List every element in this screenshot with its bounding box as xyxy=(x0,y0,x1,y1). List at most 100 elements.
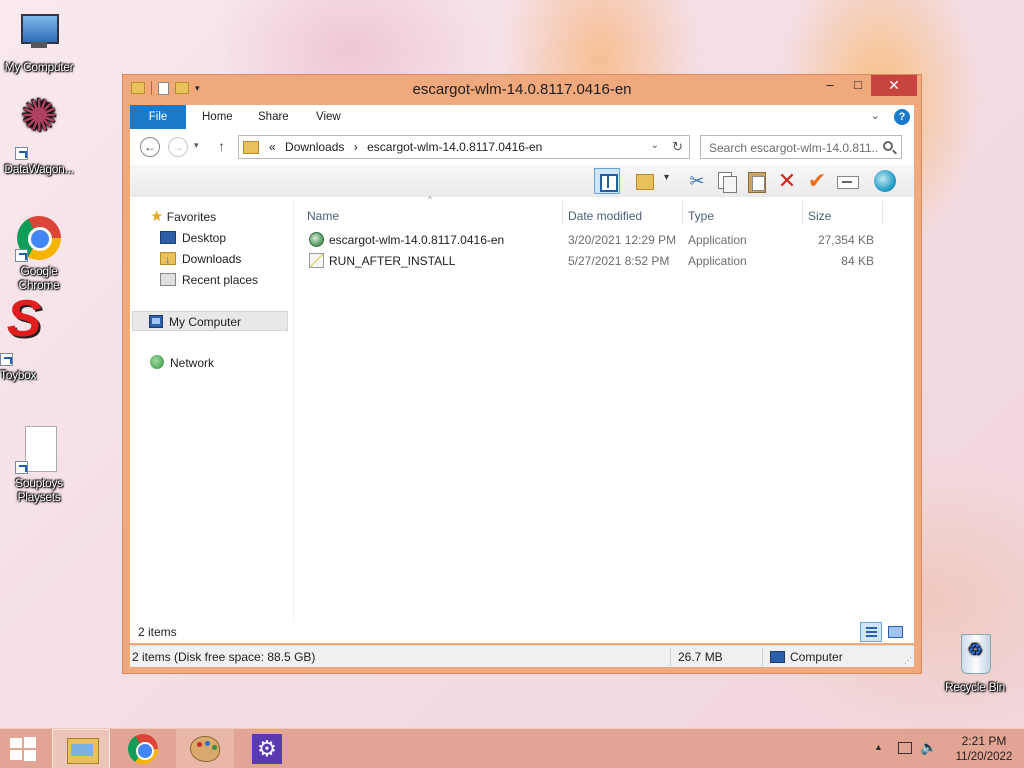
navigation-bar: ← → ▾ ↑ « Downloads › escargot-wlm-14.0.… xyxy=(130,129,914,165)
column-divider[interactable] xyxy=(682,201,683,225)
taskbar-paint[interactable] xyxy=(176,729,234,768)
computer-icon xyxy=(149,315,163,328)
tab-file[interactable]: File xyxy=(130,105,186,129)
preview-pane-button[interactable] xyxy=(594,168,620,194)
breadcrumb-current-folder[interactable]: escargot-wlm-14.0.8117.0416-en xyxy=(367,140,542,154)
paste-icon[interactable] xyxy=(744,168,770,194)
clock-date: 11/20/2022 xyxy=(955,751,1013,763)
address-dropdown-icon[interactable]: ⌄ xyxy=(651,140,659,151)
column-divider[interactable] xyxy=(802,201,803,225)
forward-button[interactable]: → xyxy=(168,137,188,157)
column-header-label: Type xyxy=(688,209,715,223)
search-box[interactable]: Search escargot-wlm-14.0.811... xyxy=(700,135,902,159)
file-size-cell: 84 KB xyxy=(841,254,874,268)
tab-share[interactable]: Share xyxy=(246,105,301,129)
toybox-icon xyxy=(0,312,48,366)
star-icon: ★ xyxy=(150,208,164,225)
new-folder-button[interactable] xyxy=(634,168,669,194)
desktop-icon-google-chrome[interactable]: Google Chrome xyxy=(0,214,78,292)
chrome-icon xyxy=(128,734,158,764)
nav-item-label: Favorites xyxy=(166,210,217,224)
cut-icon[interactable]: ✂ xyxy=(684,168,710,194)
tab-view[interactable]: View xyxy=(304,105,353,129)
file-size-cell: 27,354 KB xyxy=(817,233,874,247)
address-bar[interactable]: « Downloads › escargot-wlm-14.0.8117.041… xyxy=(238,135,690,159)
nav-item-desktop[interactable]: Desktop xyxy=(160,228,226,248)
large-icons-view-button[interactable] xyxy=(884,622,906,642)
start-button[interactable] xyxy=(10,737,38,761)
file-type-cell: Application xyxy=(688,254,747,268)
desktop-icon-souptoys-playsets[interactable]: Souptoys Playsets xyxy=(0,426,78,504)
nav-item-network[interactable]: Network xyxy=(150,353,214,373)
nav-item-favorites[interactable]: ★ Favorites xyxy=(150,207,216,227)
nav-item-recent-places[interactable]: Recent places xyxy=(160,270,258,290)
rename-icon[interactable] xyxy=(834,168,860,194)
help-icon[interactable]: ? xyxy=(894,109,910,125)
taskbar-file-explorer[interactable] xyxy=(52,729,110,768)
desktop-icon-toybox[interactable]: Toybox xyxy=(0,312,48,382)
status-bar: 2 items (Disk free space: 88.5 GB) 26.7 … xyxy=(130,645,914,667)
refresh-icon[interactable]: ↻ xyxy=(672,139,683,155)
back-button[interactable]: ← xyxy=(140,137,160,157)
application-icon xyxy=(309,253,324,268)
minimize-button[interactable]: ‒ xyxy=(815,75,845,96)
column-header-date-modified[interactable]: Date modified xyxy=(568,209,642,223)
item-count-bar: 2 items xyxy=(130,621,914,643)
breadcrumb-downloads[interactable]: Downloads xyxy=(285,140,344,154)
window-title: escargot-wlm-14.0.8117.0416-en xyxy=(412,81,632,98)
status-size: 26.7 MB xyxy=(678,650,723,664)
file-icon xyxy=(15,426,63,474)
column-header-name[interactable]: Name xyxy=(307,209,339,223)
file-list: Name ^ Date modified Type Size escargot-… xyxy=(300,195,914,643)
shortcut-arrow-icon xyxy=(15,461,28,474)
nav-item-label: Downloads xyxy=(182,252,242,266)
desktop-icon-my-computer[interactable]: My Computer xyxy=(0,10,78,74)
delete-icon[interactable]: ✕ xyxy=(774,168,800,194)
copy-icon[interactable] xyxy=(714,168,740,194)
file-row[interactable]: escargot-wlm-14.0.8117.0416-en 3/20/2021… xyxy=(300,230,890,250)
up-button[interactable]: ↑ xyxy=(218,138,225,154)
volume-icon[interactable]: 🔈 xyxy=(920,739,937,756)
desktop-icon-label: Toybox xyxy=(0,368,37,382)
expand-ribbon-icon[interactable]: ⌄ xyxy=(871,109,880,122)
paint-palette-icon xyxy=(190,736,220,762)
column-divider[interactable] xyxy=(882,201,883,225)
divider xyxy=(670,648,671,666)
breadcrumb-overflow[interactable]: « xyxy=(269,140,276,154)
checkmark-icon[interactable]: ✔ xyxy=(804,168,830,194)
status-location-label: Computer xyxy=(790,650,843,664)
resize-grip-icon[interactable]: ⋰ xyxy=(904,656,912,665)
sort-ascending-icon: ^ xyxy=(428,195,432,204)
clock-time: 2:21 PM xyxy=(961,734,1007,748)
column-divider[interactable] xyxy=(562,201,563,225)
recent-locations-dropdown[interactable]: ▾ xyxy=(194,140,199,151)
ribbon-tabs: File Home Share View ⌄ ? xyxy=(130,105,914,129)
file-row[interactable]: RUN_AFTER_INSTALL 5/27/2021 8:52 PM Appl… xyxy=(300,251,890,271)
desktop-icon-datawagon[interactable]: DataWagon... xyxy=(0,110,78,176)
clock[interactable]: 2:21 PM 11/20/2022 xyxy=(946,733,1022,765)
show-hidden-icons-icon[interactable]: ▲ xyxy=(874,742,883,752)
column-header-type[interactable]: Type xyxy=(688,209,714,223)
maximize-button[interactable]: □ xyxy=(843,75,873,96)
title-bar[interactable]: ▾ escargot-wlm-14.0.8117.0416-en ‒ □ ✕ xyxy=(123,75,921,105)
taskbar-google-chrome[interactable] xyxy=(114,729,172,768)
status-location: Computer xyxy=(770,650,843,664)
close-button[interactable]: ✕ xyxy=(871,75,917,96)
shell-icon[interactable] xyxy=(872,168,898,194)
network-status-icon[interactable] xyxy=(898,742,912,754)
shortcut-arrow-icon xyxy=(0,353,13,366)
desktop-icon-recycle-bin[interactable]: Recycle Bin xyxy=(936,630,1014,694)
tab-home[interactable]: Home xyxy=(190,105,245,129)
nav-item-downloads[interactable]: Downloads xyxy=(160,249,242,270)
installer-app-icon xyxy=(309,232,324,247)
breadcrumb-separator[interactable]: › xyxy=(354,140,358,154)
taskbar-settings[interactable] xyxy=(238,729,296,768)
column-header-size[interactable]: Size xyxy=(808,209,831,223)
details-view-button[interactable] xyxy=(860,622,882,642)
navigation-pane: ★ Favorites Desktop Downloads Recent pla… xyxy=(130,197,294,643)
nav-item-my-computer[interactable]: My Computer xyxy=(132,311,288,331)
chrome-icon xyxy=(15,214,63,262)
nav-item-label: Desktop xyxy=(182,231,227,245)
file-name: escargot-wlm-14.0.8117.0416-en xyxy=(329,233,505,247)
search-icon[interactable] xyxy=(883,141,893,151)
